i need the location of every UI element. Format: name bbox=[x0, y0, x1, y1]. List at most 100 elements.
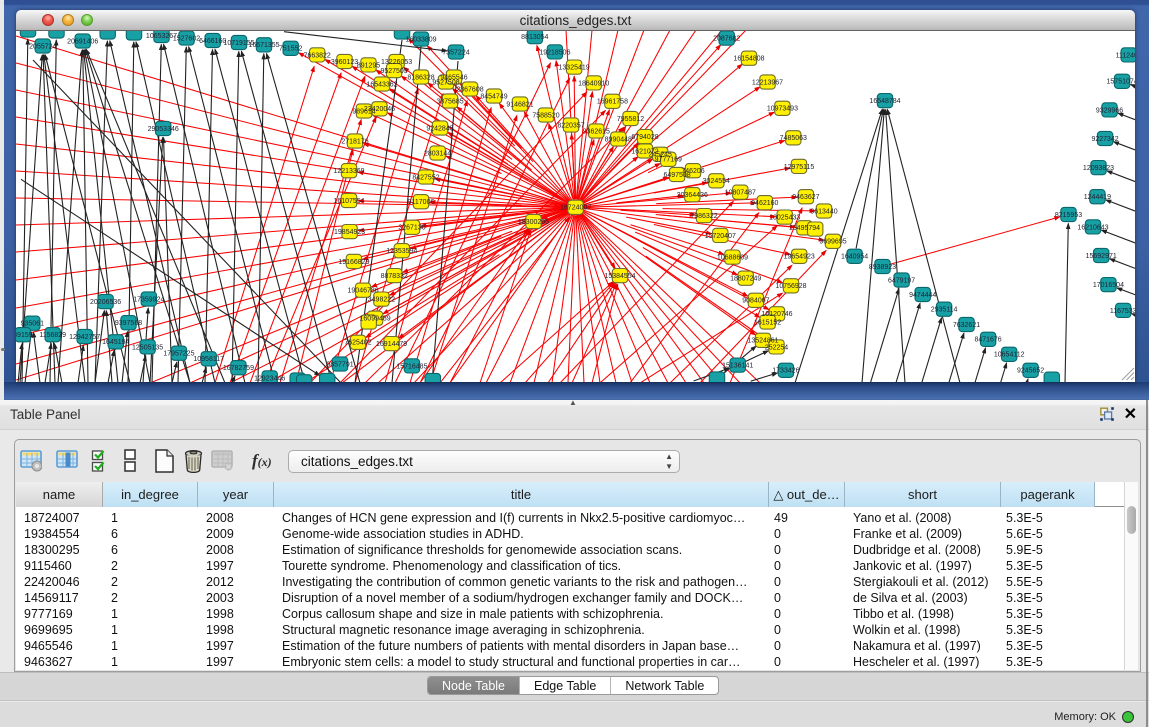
svg-text:16671355: 16671355 bbox=[248, 42, 279, 49]
svg-text:891295: 891295 bbox=[357, 62, 380, 69]
svg-text:2055724: 2055724 bbox=[29, 43, 56, 50]
svg-text:7485063: 7485063 bbox=[780, 135, 807, 142]
svg-text:6479197: 6479197 bbox=[888, 277, 915, 284]
svg-text:9613440: 9613440 bbox=[810, 208, 837, 215]
svg-text:19654923: 19654923 bbox=[784, 254, 815, 261]
svg-text:3960123: 3960123 bbox=[331, 59, 358, 66]
svg-text:8220357: 8220357 bbox=[557, 122, 584, 129]
svg-text:2803144: 2803144 bbox=[424, 150, 451, 157]
svg-text:15720407: 15720407 bbox=[705, 233, 736, 240]
svg-text:9462160: 9462160 bbox=[751, 200, 778, 207]
svg-text:9777169: 9777169 bbox=[655, 157, 682, 164]
svg-text:10958117: 10958117 bbox=[193, 356, 224, 363]
svg-text:10756928: 10756928 bbox=[775, 283, 806, 290]
svg-text:16548784: 16548784 bbox=[869, 98, 900, 105]
svg-text:9245652: 9245652 bbox=[1017, 368, 1044, 375]
svg-text:18724007: 18724007 bbox=[560, 205, 591, 212]
svg-text:10120746: 10120746 bbox=[761, 311, 792, 318]
svg-text:15136141: 15136141 bbox=[722, 363, 753, 370]
svg-text:1640954: 1640954 bbox=[841, 254, 868, 261]
svg-text:8990448: 8990448 bbox=[605, 136, 632, 143]
svg-text:2718176: 2718176 bbox=[341, 138, 368, 145]
svg-text:15716485: 15716485 bbox=[396, 363, 427, 370]
svg-text:8938923: 8938923 bbox=[869, 264, 896, 271]
svg-text:7955812: 7955812 bbox=[617, 116, 644, 123]
svg-text:18300295: 18300295 bbox=[518, 219, 549, 226]
svg-text:1167533: 1167533 bbox=[1110, 308, 1135, 315]
svg-text:8471676: 8471676 bbox=[974, 337, 1001, 344]
svg-text:1244419: 1244419 bbox=[1084, 194, 1111, 201]
svg-text:16782759: 16782759 bbox=[223, 365, 254, 372]
svg-text:10973493: 10973493 bbox=[767, 106, 798, 113]
svg-text:1112404: 1112404 bbox=[1116, 52, 1135, 59]
svg-text:989614: 989614 bbox=[352, 108, 375, 115]
svg-text:9857791: 9857791 bbox=[326, 361, 353, 368]
svg-text:29053346: 29053346 bbox=[148, 126, 179, 133]
svg-text:3267130: 3267130 bbox=[398, 225, 425, 232]
svg-text:20691406: 20691406 bbox=[67, 38, 98, 45]
svg-text:3024554: 3024554 bbox=[703, 178, 730, 185]
svg-text:18807249: 18807249 bbox=[730, 276, 761, 283]
svg-text:8454749: 8454749 bbox=[480, 93, 507, 100]
svg-text:8215953: 8215953 bbox=[1055, 212, 1082, 219]
svg-text:17359924: 17359924 bbox=[133, 296, 164, 303]
svg-text:15692971: 15692971 bbox=[1086, 253, 1117, 260]
svg-text:20364436: 20364436 bbox=[677, 192, 708, 199]
svg-text:16210643: 16210643 bbox=[1077, 224, 1108, 231]
svg-text:9463627: 9463627 bbox=[792, 194, 819, 201]
svg-text:3498222: 3498222 bbox=[368, 297, 395, 304]
svg-text:9242845: 9242845 bbox=[426, 125, 453, 132]
svg-text:12353594: 12353594 bbox=[386, 248, 417, 255]
svg-text:13325419: 13325419 bbox=[559, 65, 590, 72]
svg-text:16961758: 16961758 bbox=[597, 99, 628, 106]
svg-text:19166829: 19166829 bbox=[338, 259, 369, 266]
svg-text:2087682: 2087682 bbox=[713, 36, 740, 43]
svg-text:10807487: 10807487 bbox=[725, 190, 756, 197]
svg-text:9227342: 9227342 bbox=[1091, 136, 1118, 143]
svg-text:2935114: 2935114 bbox=[931, 307, 958, 314]
svg-text:1615152: 1615152 bbox=[754, 319, 781, 326]
svg-text:16099489: 16099489 bbox=[360, 316, 391, 323]
svg-text:935061: 935061 bbox=[21, 321, 44, 328]
svg-text:12923446: 12923446 bbox=[254, 375, 285, 382]
svg-text:12505135: 12505135 bbox=[132, 344, 163, 351]
svg-text:20206536: 20206536 bbox=[90, 299, 121, 306]
svg-text:7357224: 7357224 bbox=[442, 49, 469, 56]
svg-text:9146821: 9146821 bbox=[506, 101, 533, 108]
svg-text:12942757: 12942757 bbox=[69, 334, 100, 341]
svg-text:1645194: 1645194 bbox=[102, 339, 129, 346]
svg-text:8186328: 8186328 bbox=[407, 74, 434, 81]
svg-text:13226053: 13226053 bbox=[381, 59, 412, 66]
svg-text:10688609: 10688609 bbox=[717, 255, 748, 262]
svg-text:252254: 252254 bbox=[765, 344, 788, 351]
svg-text:7632621: 7632621 bbox=[953, 322, 980, 329]
svg-text:9397568: 9397568 bbox=[115, 320, 142, 327]
svg-text:7588520: 7588520 bbox=[532, 112, 559, 119]
svg-text:8878332: 8878332 bbox=[381, 273, 408, 280]
svg-text:9527505: 9527505 bbox=[380, 68, 407, 75]
svg-text:16107554: 16107554 bbox=[333, 198, 364, 205]
svg-text:751552: 751552 bbox=[279, 46, 302, 53]
svg-text:19218506: 19218506 bbox=[539, 49, 570, 56]
svg-text:9117006: 9117006 bbox=[408, 199, 435, 206]
svg-text:18640910: 18640910 bbox=[578, 80, 609, 87]
svg-text:9362615: 9362615 bbox=[583, 128, 610, 135]
svg-text:6497508: 6497508 bbox=[663, 172, 690, 179]
svg-text:1527602: 1527602 bbox=[173, 35, 200, 42]
svg-text:19046786: 19046786 bbox=[348, 288, 379, 295]
svg-text:12213967: 12213967 bbox=[752, 79, 783, 86]
svg-text:17016504: 17016504 bbox=[1093, 282, 1124, 289]
svg-text:2867608: 2867608 bbox=[456, 86, 483, 93]
svg-text:6466160: 6466160 bbox=[199, 38, 226, 45]
svg-text:3875685: 3875685 bbox=[436, 98, 463, 105]
svg-text:16033809: 16033809 bbox=[405, 36, 436, 43]
svg-text:12975115: 12975115 bbox=[784, 164, 815, 171]
svg-text:19854923: 19854923 bbox=[334, 229, 365, 236]
svg-text:1733426: 1733426 bbox=[772, 368, 799, 375]
svg-text:16543362: 16543362 bbox=[366, 81, 397, 88]
svg-text:9699695: 9699695 bbox=[819, 239, 846, 246]
svg-text:8813054: 8813054 bbox=[521, 34, 548, 41]
svg-text:12213369: 12213369 bbox=[333, 168, 364, 175]
svg-text:15384554: 15384554 bbox=[604, 273, 635, 280]
svg-text:9465546: 9465546 bbox=[440, 74, 467, 81]
